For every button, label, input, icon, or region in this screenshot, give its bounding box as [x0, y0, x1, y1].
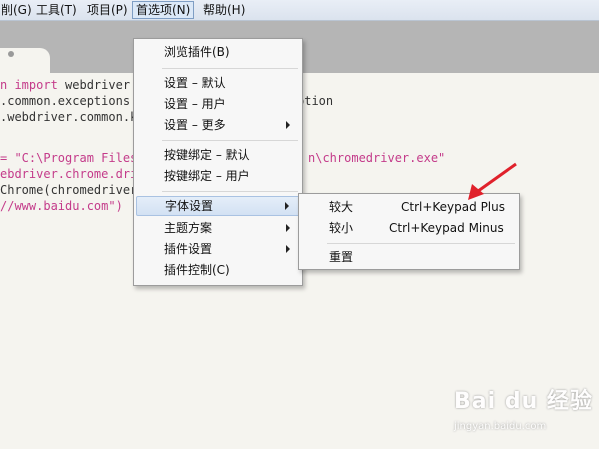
menu-item-settings-user[interactable]: 设置 – 用户 — [136, 94, 300, 114]
menu-item-label: 主题方案 — [164, 221, 213, 235]
code-line-5: = "C:\Program Files — [0, 150, 137, 166]
menu-item-package-settings[interactable]: 插件设置 — [136, 239, 300, 259]
menu-separator — [162, 68, 298, 69]
submenu-arrow-icon — [286, 245, 290, 253]
watermark-logo: Bai du 经验 — [454, 389, 593, 414]
submenu-arrow-icon — [285, 202, 289, 210]
preferences-menu: 浏览插件(B) 设置 – 默认 设置 – 用户 设置 – 更多 按键绑定 – 默… — [133, 38, 303, 286]
menu-item-keybindings-default[interactable]: 按键绑定 – 默认 — [136, 145, 300, 165]
menu-item-label: 较大 — [329, 200, 354, 214]
annotation-arrow-icon — [468, 162, 517, 200]
menu-item-keybindings-user[interactable]: 按键绑定 – 用户 — [136, 166, 300, 186]
menu-item-label: 字体设置 — [165, 199, 214, 213]
shortcut-text: Ctrl+Keypad Minus — [389, 221, 504, 235]
code-token: //www.baidu.com") — [0, 199, 123, 213]
code-token: .common.exceptions — [0, 94, 131, 108]
submenu-arrow-icon — [286, 121, 290, 129]
menu-item-package-control[interactable]: 插件控制(C) — [136, 260, 300, 280]
menu-bar: 削(G) 工具(T) 项目(P) 首选项(N) 帮助(H) — [0, 0, 599, 21]
menu-item-settings-more[interactable]: 设置 – 更多 — [136, 115, 300, 135]
menu-item-color-scheme[interactable]: 主题方案 — [136, 218, 300, 238]
menu-help[interactable]: 帮助(H) — [200, 2, 248, 18]
menu-edit[interactable]: 削(G) — [0, 2, 35, 18]
menu-item-font-smaller[interactable]: 较小 Ctrl+Keypad Minus — [301, 218, 517, 238]
submenu-arrow-icon — [286, 224, 290, 232]
code-line-7: Chrome(chromedriver — [0, 182, 137, 198]
menu-separator — [162, 191, 298, 192]
menu-project[interactable]: 项目(P) — [84, 2, 131, 18]
code-line-6: ebdriver.chrome.dri — [0, 166, 137, 182]
code-token: import — [14, 78, 58, 92]
menu-separator — [327, 243, 515, 244]
watermark-url: jingyan.baidu.com — [454, 421, 547, 432]
menu-preferences[interactable]: 首选项(N) — [132, 1, 195, 19]
baidu-watermark: Bai du 经验 jingyan.baidu.com — [454, 383, 594, 443]
menu-item-font[interactable]: 字体设置 — [136, 196, 300, 216]
code-fragment: n\chromedriver.exe" — [308, 151, 446, 165]
unsaved-dot-icon — [8, 51, 14, 57]
code-token: = "C:\Program Files — [0, 151, 138, 165]
code-line-3: .webdriver.common.k — [0, 109, 137, 125]
code-token: webdriver — [57, 78, 131, 92]
code-line-8: //www.baidu.com") — [0, 198, 123, 214]
code-token: .webdriver.common.k — [0, 110, 138, 124]
menu-separator — [162, 140, 298, 141]
code-token: ebdriver.chrome.dri — [0, 167, 138, 181]
menu-item-label: 插件设置 — [164, 242, 213, 256]
menu-item-settings-default[interactable]: 设置 – 默认 — [136, 73, 300, 93]
code-line-2: .common.exceptions — [0, 93, 130, 109]
code-token: Chrome(chromedriver — [0, 183, 138, 197]
menu-item-font-reset[interactable]: 重置 — [301, 247, 517, 267]
menu-item-browse-packages[interactable]: 浏览插件(B) — [136, 42, 300, 62]
menu-item-label: 较小 — [329, 221, 354, 235]
code-token: n — [0, 78, 15, 92]
menu-item-label: 设置 – 更多 — [164, 118, 226, 132]
menu-tools[interactable]: 工具(T) — [33, 2, 80, 18]
code-line-1: n import webdriver — [0, 77, 130, 93]
